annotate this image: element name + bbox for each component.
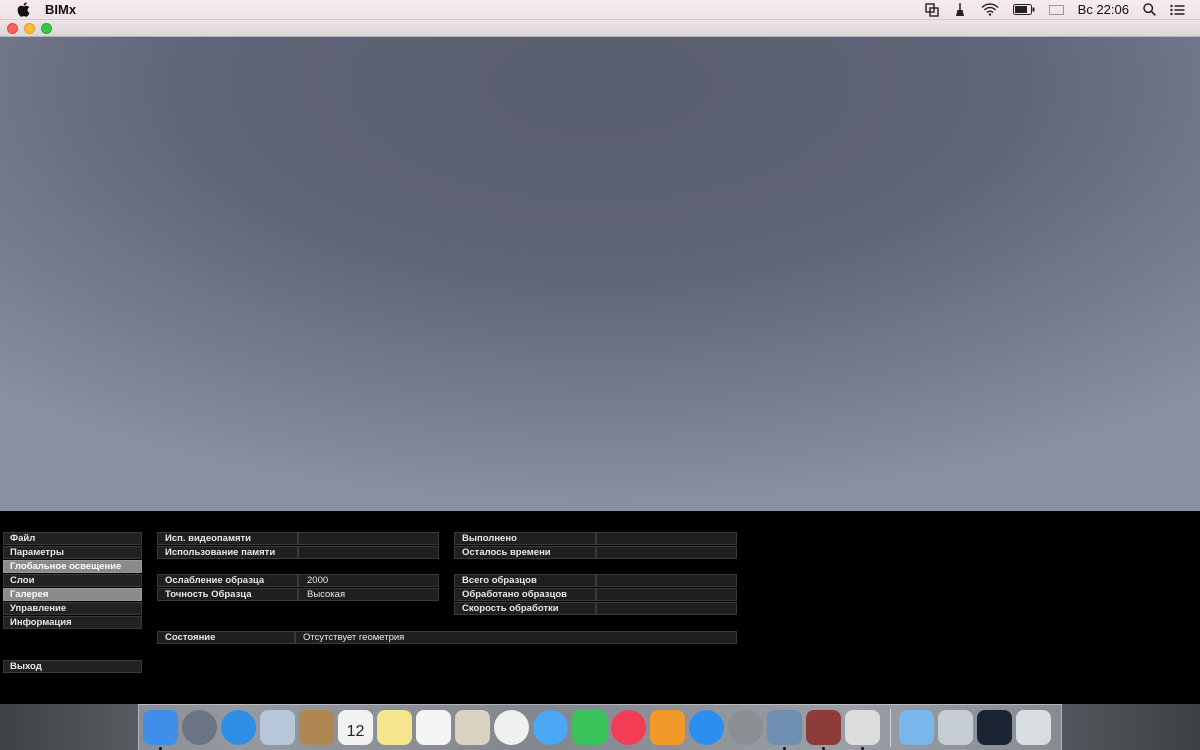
archicad-icon[interactable] <box>806 710 841 750</box>
sample-falloff-label: Ослабление образца <box>157 574 298 587</box>
time-remaining-value <box>596 546 737 559</box>
menu-bar: BIMx Вс 22:06 <box>0 0 1200 20</box>
itunes-icon[interactable] <box>611 710 646 745</box>
total-samples-value <box>596 574 737 587</box>
memory-usage-label: Использование памяти <box>157 546 298 559</box>
window-minimize-button[interactable] <box>24 23 35 34</box>
wifi-icon[interactable] <box>981 3 999 16</box>
video-memory-label: Исп. видеопамяти <box>157 532 298 545</box>
broom-icon[interactable] <box>953 2 967 17</box>
battery-icon[interactable] <box>1012 4 1035 15</box>
panel-menu-item[interactable]: Глобальное освещение <box>3 560 142 573</box>
notification-center-icon[interactable] <box>1170 4 1185 16</box>
status-label: Состояние <box>157 631 295 644</box>
settings-panel: Файл Параметры Глобальное освещение Слои Гал… <box>0 511 1200 704</box>
panel-menu-item[interactable]: Файл <box>3 532 142 545</box>
trash-icon[interactable] <box>1016 710 1051 745</box>
facetime-icon[interactable] <box>572 710 607 745</box>
image-viewer-icon[interactable] <box>767 710 802 750</box>
reminders-icon[interactable] <box>416 710 451 745</box>
video-memory-value <box>298 532 439 545</box>
status-value: Отсутствует геометрия <box>295 631 737 644</box>
screen-mirroring-icon[interactable] <box>924 2 939 17</box>
mail-icon[interactable] <box>260 710 295 745</box>
window-maximize-button[interactable] <box>41 23 52 34</box>
window-title-bar <box>0 20 1200 37</box>
applications-folder-icon[interactable] <box>899 710 934 745</box>
menu-clock[interactable]: Вс 22:06 <box>1078 2 1129 17</box>
panel-menu-item[interactable]: Информация <box>3 616 142 629</box>
messages-icon[interactable] <box>533 710 568 745</box>
system-preferences-icon[interactable] <box>728 710 763 745</box>
preview-icon[interactable] <box>455 710 490 745</box>
processing-speed-value <box>596 602 737 615</box>
memory-usage-value <box>298 546 439 559</box>
app-store-icon[interactable] <box>689 710 724 745</box>
panel-menu-item[interactable]: Галерея <box>3 588 142 601</box>
exit-button[interactable]: Выход <box>3 660 142 673</box>
desktop-stack-icon[interactable] <box>977 710 1012 745</box>
documents-stack-icon[interactable] <box>938 710 973 745</box>
window-close-button[interactable] <box>7 23 18 34</box>
sample-precision-label: Точность Образца <box>157 588 298 601</box>
safari-icon[interactable] <box>221 710 256 745</box>
launchpad-icon[interactable] <box>182 710 217 745</box>
completed-value <box>596 532 737 545</box>
app-name-menu[interactable]: BIMx <box>45 2 76 17</box>
completed-label: Выполнено <box>454 532 596 545</box>
3d-viewport[interactable] <box>0 37 1200 511</box>
calendar-date-text: 12 <box>346 722 365 740</box>
calendar-icon[interactable]: 12 <box>338 710 373 745</box>
sample-falloff-value[interactable]: 2000 <box>298 574 439 587</box>
panel-menu-item[interactable]: Управление <box>3 602 142 615</box>
processed-samples-label: Обработано образцов <box>454 588 596 601</box>
processing-speed-label: Скорость обработки <box>454 602 596 615</box>
photos-icon[interactable] <box>494 710 529 745</box>
total-samples-label: Всего образцов <box>454 574 596 587</box>
panel-menu-item[interactable]: Слои <box>3 574 142 587</box>
time-remaining-label: Осталось времени <box>454 546 596 559</box>
ibooks-icon[interactable] <box>650 710 685 745</box>
apple-menu-icon[interactable] <box>15 2 31 18</box>
notes-icon[interactable] <box>377 710 412 745</box>
input-source-flag-icon[interactable] <box>1048 4 1064 15</box>
bimx-icon[interactable] <box>845 710 880 750</box>
processed-samples-value <box>596 588 737 601</box>
finder-icon[interactable] <box>143 710 178 750</box>
panel-menu-item[interactable]: Параметры <box>3 546 142 559</box>
dock-separator <box>890 708 891 747</box>
contacts-icon[interactable] <box>299 710 334 745</box>
dock: 12 <box>138 704 1062 750</box>
spotlight-search-icon[interactable] <box>1143 3 1156 16</box>
sample-precision-value[interactable]: Высокая <box>298 588 439 601</box>
